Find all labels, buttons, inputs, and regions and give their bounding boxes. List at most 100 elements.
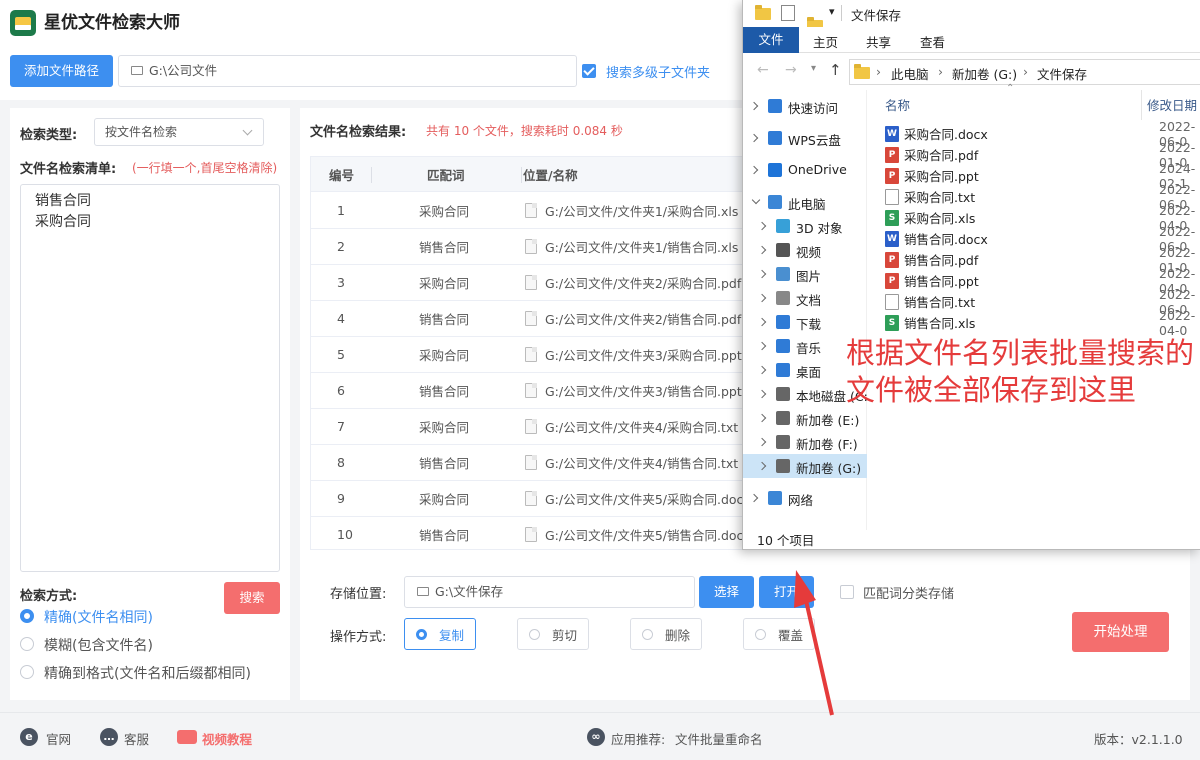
method-radio-fuzzy[interactable] xyxy=(20,637,34,651)
search-button[interactable]: 搜索 xyxy=(224,582,280,614)
file-row[interactable]: 采购合同.txt 2022-06-0 xyxy=(885,182,1200,212)
ribbon-tab-view[interactable]: 查看 xyxy=(920,32,945,51)
expand-chevron-icon[interactable] xyxy=(749,493,759,503)
forward-icon[interactable]: → xyxy=(785,62,797,78)
file-row[interactable]: 销售合同.txt 2022-06-0 xyxy=(885,287,1200,317)
path-input[interactable]: G:\公司文件 xyxy=(118,55,577,87)
address-box[interactable]: › 此电脑 › 新加卷 (G:) › 文件保存 xyxy=(849,59,1200,85)
file-row[interactable]: P 采购合同.ppt 2024-02-1 xyxy=(885,161,1200,191)
nav-onedrive[interactable]: OneDrive xyxy=(743,158,867,182)
expand-chevron-icon[interactable] xyxy=(757,317,767,327)
row-no: 2 xyxy=(337,239,345,254)
expand-chevron-icon[interactable] xyxy=(757,245,767,255)
crumb-this-pc[interactable]: 此电脑 xyxy=(891,64,929,83)
method-exact-label[interactable]: 精确(文件名相同) xyxy=(44,607,153,627)
crumb-drive-g[interactable]: 新加卷 (G:) xyxy=(952,64,1017,83)
method-radio-exact[interactable] xyxy=(20,609,34,623)
explorer-titlebar: ▾ 文件保存 xyxy=(743,0,1200,32)
file-row[interactable]: P 采购合同.pdf 2022-01-0 xyxy=(885,140,1200,170)
file-icon xyxy=(525,347,537,362)
row-no: 9 xyxy=(337,491,345,506)
method-fuzzy-label[interactable]: 模糊(包含文件名) xyxy=(44,635,153,655)
nav-pictures[interactable]: 图片 xyxy=(743,262,867,286)
video-link[interactable]: 视频教程 xyxy=(202,729,252,748)
quick-access-dropdown-icon[interactable]: ▾ xyxy=(829,5,835,18)
file-row[interactable]: S 销售合同.xls 2022-04-0 xyxy=(885,308,1200,338)
annotation-line-1: 根据文件名列表批量搜索的 xyxy=(846,336,1195,370)
nav-3d-objects[interactable]: 3D 对象 xyxy=(743,214,867,238)
storage-input[interactable]: G:\文件保存 xyxy=(404,576,695,608)
recent-dropdown-icon[interactable]: ▾ xyxy=(811,63,816,74)
expand-chevron-icon[interactable] xyxy=(757,221,767,231)
method-radio-format[interactable] xyxy=(20,665,34,679)
ribbon-tab-home[interactable]: 主页 xyxy=(813,32,838,51)
results-summary: 共有 10 个文件，搜索耗时 0.084 秒 xyxy=(426,124,623,138)
file-row[interactable]: W 销售合同.docx 2022-06-0 xyxy=(885,224,1200,254)
txt-file-icon xyxy=(885,293,899,310)
ribbon-tab-share[interactable]: 共享 xyxy=(866,32,891,51)
expand-chevron-icon[interactable] xyxy=(749,133,759,143)
add-path-button[interactable]: 添加文件路径 xyxy=(10,55,113,87)
col-name-header[interactable]: 名称 xyxy=(885,95,910,114)
file-row[interactable]: W 采购合同.docx 2022-06-0 xyxy=(885,119,1200,149)
op-copy-button[interactable]: 复制 xyxy=(404,618,476,650)
file-date: 2022-04-0 xyxy=(1159,307,1196,338)
properties-icon[interactable] xyxy=(781,5,795,21)
subfolder-checkbox[interactable] xyxy=(582,64,596,78)
filename-list-textarea[interactable]: 销售合同 采购合同 xyxy=(20,184,280,572)
nav-drive-g[interactable]: 新加卷 (G:) xyxy=(743,454,867,478)
left-panel: 检索类型: 按文件名检索 文件名检索清单: (一行填一个,首尾空格清除) 销售合… xyxy=(10,108,290,700)
search-type-select[interactable]: 按文件名检索 xyxy=(94,118,264,146)
choose-button[interactable]: 选择 xyxy=(699,576,754,608)
expand-chevron-icon[interactable] xyxy=(757,365,767,375)
expand-chevron-icon[interactable] xyxy=(757,437,767,447)
file-row[interactable]: S 采购合同.xls 2022-04-0 xyxy=(885,203,1200,233)
op-cut-button[interactable]: 剪切 xyxy=(517,618,589,650)
nav-downloads[interactable]: 下载 xyxy=(743,310,867,334)
back-icon[interactable]: ← xyxy=(757,62,769,78)
expand-chevron-icon[interactable] xyxy=(757,389,767,399)
up-icon[interactable]: ↑ xyxy=(829,61,842,79)
method-format-label[interactable]: 精确到格式(文件名和后缀都相同) xyxy=(44,663,251,683)
expand-chevron-icon[interactable] xyxy=(757,461,767,471)
explorer-title: 文件保存 xyxy=(851,8,902,23)
expand-chevron-icon[interactable] xyxy=(757,269,767,279)
nav-network[interactable]: 网络 xyxy=(743,486,867,510)
item-count: 10 个项目 xyxy=(757,533,815,548)
nav-drive-f[interactable]: 新加卷 (F:) xyxy=(743,430,867,454)
file-row[interactable]: P 销售合同.pdf 2022-01-0 xyxy=(885,245,1200,275)
nav-documents[interactable]: 文档 xyxy=(743,286,867,310)
website-link[interactable]: 官网 xyxy=(46,729,71,748)
op-delete-button[interactable]: 删除 xyxy=(630,618,702,650)
nav-drive-e[interactable]: 新加卷 (E:) xyxy=(743,406,867,430)
op-label: 操作方式: xyxy=(330,630,387,645)
expand-chevron-icon[interactable] xyxy=(749,101,759,111)
file-icon xyxy=(525,311,537,326)
subfolder-label[interactable]: 搜索多级子文件夹 xyxy=(606,62,710,81)
nav-quick-access[interactable]: 快速访问 xyxy=(743,94,867,118)
nav-item-label: 下载 xyxy=(796,317,822,332)
nav-this-pc[interactable]: 此电脑 xyxy=(743,190,867,214)
expand-chevron-icon[interactable] xyxy=(757,293,767,303)
explorer-addressbar: ← → ▾ ↑ › 此电脑 › 新加卷 (G:) › 文件保存 xyxy=(743,57,1200,87)
file-name: 销售合同.ppt xyxy=(904,274,979,289)
ribbon-tab-file[interactable]: 文件 xyxy=(743,27,799,53)
nav-videos[interactable]: 视频 xyxy=(743,238,867,262)
service-link[interactable]: 客服 xyxy=(124,729,149,748)
col-date-header[interactable]: 修改日期 xyxy=(1147,95,1197,114)
nav-item-icon xyxy=(776,315,790,329)
row-path: G:/公司文件/文件夹3/销售合同.ppt xyxy=(545,384,742,399)
nav-item-label: 新加卷 (E:) xyxy=(796,413,860,428)
file-row[interactable]: P 销售合同.ppt 2022-04-0 xyxy=(885,266,1200,296)
expand-chevron-icon[interactable] xyxy=(751,195,761,205)
recommend-app-link[interactable]: 文件批量重命名 xyxy=(675,729,763,748)
start-button[interactable]: 开始处理 xyxy=(1072,612,1169,652)
nav-wps-cloud[interactable]: WPS云盘 xyxy=(743,126,867,150)
expand-chevron-icon[interactable] xyxy=(749,165,759,175)
classify-label[interactable]: 匹配词分类存储 xyxy=(863,583,954,602)
file-icon xyxy=(525,239,537,254)
row-path: G:/公司文件/文件夹1/采购合同.xls xyxy=(545,204,739,219)
expand-chevron-icon[interactable] xyxy=(757,341,767,351)
expand-chevron-icon[interactable] xyxy=(757,413,767,423)
crumb-folder[interactable]: 文件保存 xyxy=(1037,64,1087,83)
